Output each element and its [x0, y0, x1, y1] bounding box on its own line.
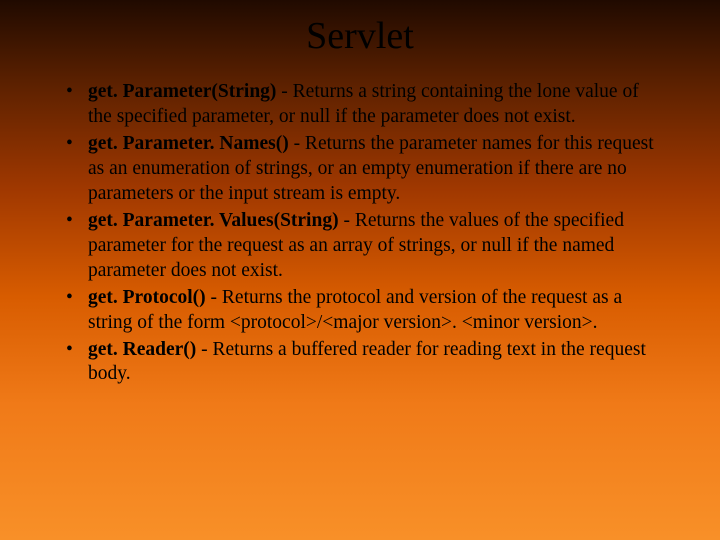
bullet-list: get. Parameter(String) - Returns a strin…	[60, 80, 660, 387]
method-name: get. Parameter. Names()	[88, 133, 289, 154]
slide-title: Servlet	[60, 14, 660, 58]
method-name: get. Parameter. Values(String)	[88, 210, 339, 231]
method-name: get. Parameter(String)	[88, 81, 276, 102]
method-name: get. Protocol()	[88, 287, 206, 308]
method-name: get. Reader()	[88, 339, 196, 360]
slide: Servlet get. Parameter(String) - Returns…	[0, 0, 720, 540]
list-item: get. Reader() - Returns a buffered reade…	[86, 338, 660, 388]
list-item: get. Parameter. Values(String) - Returns…	[86, 209, 660, 284]
list-item: get. Parameter(String) - Returns a strin…	[86, 80, 660, 130]
list-item: get. Protocol() - Returns the protocol a…	[86, 286, 660, 336]
list-item: get. Parameter. Names() - Returns the pa…	[86, 132, 660, 207]
